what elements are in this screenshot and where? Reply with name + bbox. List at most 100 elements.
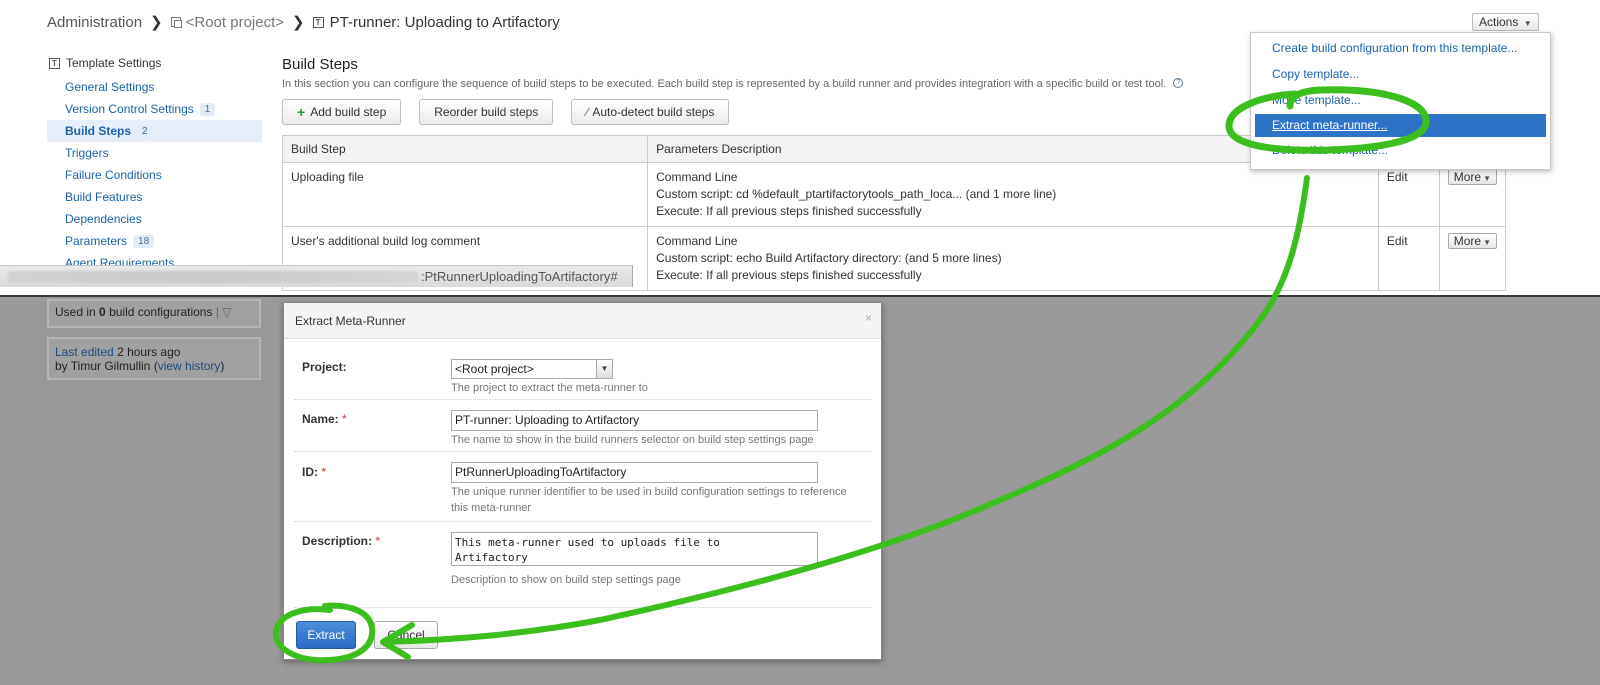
used-in-count: 0 (99, 305, 106, 319)
last-edited-box: Last edited 2 hours ago by Timur Gilmull… (47, 337, 261, 380)
last-edited-by: by Timur Gilmullin (55, 359, 151, 373)
description-textarea[interactable]: This meta-runner used to uploads file to… (451, 532, 818, 566)
chevron-down-icon: ▼ (1523, 19, 1532, 28)
step-runner: Command Line (656, 170, 738, 184)
last-edited-line: Last edited 2 hours ago (55, 345, 253, 359)
reorder-build-steps-label: Reorder build steps (434, 105, 539, 119)
template-icon: T (312, 16, 324, 28)
breadcrumb-separator-icon: ❯ (150, 14, 163, 31)
edit-link[interactable]: Edit (1377, 226, 1440, 291)
sidebar-item-parameters[interactable]: Parameters 18 (47, 230, 262, 252)
top-page-region: Administration ❯ <Root project> ❯ T PT-r… (0, 0, 1600, 296)
sidebar-item-label: Build Features (65, 190, 143, 204)
description-label-text: Description: (302, 534, 373, 548)
table-row[interactable]: Uploading file Command Line Custom scrip… (281, 162, 1507, 227)
extract-meta-runner-dialog: Extract Meta-Runner × Project: <Root pro… (283, 302, 882, 660)
name-input[interactable]: PT-runner: Uploading to Artifactory (451, 410, 818, 431)
dialog-title: Extract Meta-Runner (284, 303, 881, 339)
count-badge: 18 (133, 234, 155, 248)
id-input[interactable]: PtRunnerUploadingToArtifactory (451, 462, 818, 483)
description-label: Description: * (302, 534, 380, 548)
required-mark: * (321, 465, 327, 479)
sidebar-item-failure-conditions[interactable]: Failure Conditions (47, 164, 262, 186)
menu-item-extract-meta-runner[interactable]: Extract meta-runner... (1255, 114, 1546, 137)
more-button-label: More (1453, 170, 1482, 184)
used-in-suffix: build configurations (109, 305, 213, 319)
sidebar-item-build-features[interactable]: Build Features (47, 186, 262, 208)
step-script: Custom script: echo Build Artifactory di… (656, 251, 1002, 265)
count-badge: 2 (137, 124, 153, 138)
breadcrumb-administration[interactable]: Administration (47, 14, 142, 31)
section-description-text: In this section you can configure the se… (282, 78, 1167, 90)
sidebar-item-label: General Settings (65, 80, 155, 94)
column-header-build-step: Build Step (281, 135, 649, 163)
count-badge: 1 (199, 102, 216, 116)
actions-button[interactable]: Actions ▼ (1472, 13, 1539, 31)
more-button[interactable]: More ▼ (1447, 233, 1497, 249)
cancel-button[interactable]: Cancel (374, 621, 438, 649)
auto-detect-build-steps-label: Auto-detect build steps (592, 105, 715, 119)
id-note-line: The unique runner identifier to be used … (451, 486, 847, 498)
required-mark: * (342, 412, 347, 426)
breadcrumb-current-template: PT-runner: Uploading to Artifactory (329, 13, 560, 31)
step-parameters: Command Line Custom script: cd %default_… (647, 162, 1379, 227)
used-in-box: Used in 0 build configurations | ▽ (47, 299, 261, 328)
name-note: The name to show in the build runners se… (451, 434, 814, 446)
step-parameters: Command Line Custom script: echo Build A… (647, 226, 1379, 291)
name-row: Name: * PT-runner: Uploading to Artifact… (294, 400, 872, 452)
sidebar-item-version-control-settings[interactable]: Version Control Settings 1 (47, 98, 262, 120)
project-select[interactable]: <Root project> ▼ (451, 359, 613, 379)
more-button[interactable]: More ▼ (1447, 169, 1497, 185)
chevron-down-icon: ▼ (1483, 174, 1491, 183)
add-build-step-label: Add build step (310, 105, 387, 119)
menu-item-create-build-configuration[interactable]: Create build configuration from this tem… (1255, 37, 1546, 60)
menu-item-copy-template[interactable]: Copy template... (1255, 63, 1546, 86)
sidebar-item-general-settings[interactable]: General Settings (47, 76, 262, 98)
close-icon[interactable]: × (865, 311, 872, 325)
sidebar-item-label: Parameters (65, 234, 128, 248)
last-edited-time: 2 hours ago (117, 345, 181, 359)
id-label: ID: * (302, 465, 326, 479)
description-row: Description: * This meta-runner used to … (294, 522, 872, 608)
template-settings-sidebar: T Template Settings General Settings Ver… (47, 54, 262, 274)
auto-detect-build-steps-button[interactable]: ∕ Auto-detect build steps (571, 99, 730, 125)
reorder-build-steps-button[interactable]: Reorder build steps (419, 99, 554, 125)
add-build-step-button[interactable]: + Add build step (282, 99, 402, 125)
last-edited-by-line: by Timur Gilmullin (view history) (55, 359, 225, 373)
actions-dropdown-menu: Create build configuration from this tem… (1250, 32, 1551, 170)
more-button-label: More (1453, 234, 1482, 248)
sidebar-item-dependencies[interactable]: Dependencies (47, 208, 262, 230)
browser-status-bar: :PtRunnerUploadingToArtifactory# (0, 265, 633, 287)
project-row: Project: <Root project> ▼ The project to… (294, 351, 872, 400)
id-label-text: ID: (302, 465, 318, 479)
help-icon[interactable]: ? (1173, 78, 1184, 88)
chevron-down-icon: ▼ (1483, 238, 1491, 247)
step-execute: Execute: If all previous steps finished … (656, 268, 922, 282)
step-execute: Execute: If all previous steps finished … (656, 204, 922, 218)
plus-icon: + (297, 104, 306, 120)
sidebar-item-label: Dependencies (65, 212, 142, 226)
blurred-url (8, 271, 418, 283)
magic-wand-icon: ∕ (586, 105, 589, 119)
breadcrumb-separator-icon: ❯ (292, 14, 305, 31)
used-in-prefix: Used in (55, 305, 96, 319)
extract-button[interactable]: Extract (296, 621, 356, 649)
menu-item-move-template[interactable]: Move template... (1255, 89, 1546, 112)
sidebar-header-label: Template Settings (66, 56, 162, 70)
view-history-link[interactable]: view history (158, 359, 221, 373)
chevron-down-icon[interactable]: | ▽ (216, 305, 232, 319)
project-select-value: <Root project> (455, 362, 534, 376)
last-edited-label[interactable]: Last edited (55, 345, 114, 359)
sidebar-item-label: Failure Conditions (65, 168, 162, 182)
required-mark: * (375, 534, 381, 548)
id-note-line: this meta-runner (451, 502, 532, 514)
sidebar-item-triggers[interactable]: Triggers (47, 142, 262, 164)
breadcrumb-root-project[interactable]: <Root project> (186, 14, 284, 31)
edit-link[interactable]: Edit (1377, 162, 1440, 227)
name-label-text: Name: (302, 412, 339, 426)
breadcrumb: Administration ❯ <Root project> ❯ T PT-r… (47, 13, 560, 32)
sidebar-item-build-steps[interactable]: Build Steps 2 (47, 120, 262, 142)
menu-item-delete-template[interactable]: Delete this template... (1255, 139, 1546, 162)
step-script: Custom script: cd %default_ptartifactory… (656, 187, 1057, 201)
sidebar-item-label: Version Control Settings (65, 102, 194, 116)
